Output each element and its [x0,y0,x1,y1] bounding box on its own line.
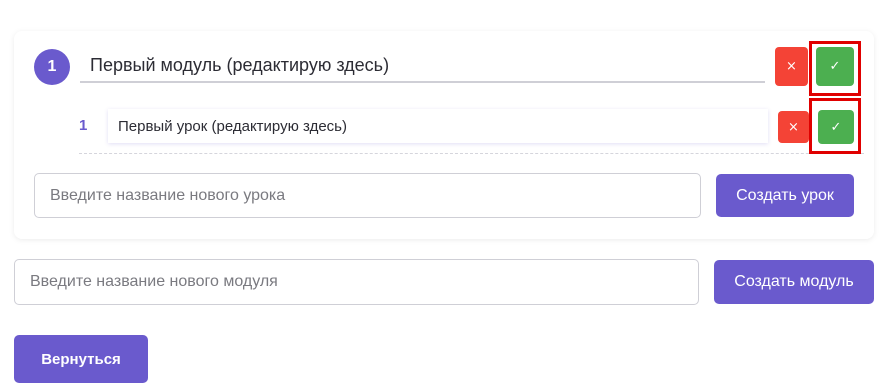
delete-module-button[interactable]: × [775,47,808,86]
page-heading-fragment [300,0,560,2]
delete-lesson-button[interactable]: × [778,111,809,143]
module-card: 1 × ✓ 1 × ✓ Создать урок [14,31,874,239]
module-number-badge: 1 [34,49,70,85]
confirm-module-button[interactable]: ✓ [816,47,854,86]
create-lesson-button[interactable]: Создать урок [716,174,854,217]
new-module-input[interactable] [14,259,699,305]
lesson-number: 1 [79,117,88,134]
create-module-button[interactable]: Создать модуль [714,260,874,304]
confirm-lesson-button[interactable]: ✓ [818,110,854,144]
lesson-row: 1 [79,109,864,154]
new-lesson-input[interactable] [34,173,701,218]
back-button[interactable]: Вернуться [14,335,148,383]
module-title-input[interactable] [80,49,765,83]
lesson-title-input[interactable] [108,109,768,143]
